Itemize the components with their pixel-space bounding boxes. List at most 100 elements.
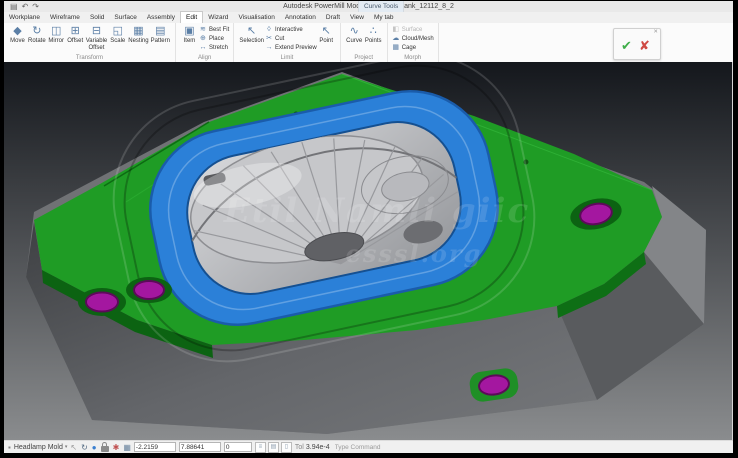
tab-workplane[interactable]: Workplane — [4, 12, 45, 23]
accept-button[interactable]: ✔ — [621, 38, 632, 54]
tab-wireframe[interactable]: Wireframe — [45, 12, 85, 23]
coordinate-x-field[interactable] — [134, 442, 176, 452]
coordinate-z-field[interactable] — [224, 442, 252, 452]
cancel-button[interactable]: ✘ — [639, 38, 650, 54]
sphere-icon[interactable]: ● — [92, 443, 97, 452]
select-rotate-icon[interactable]: ↻ — [81, 443, 88, 452]
stretch-label: Stretch — [209, 44, 228, 52]
ribbon-group-label: Limit — [234, 55, 339, 61]
align-item-icon: ▣ — [184, 25, 194, 38]
toggle-levels-icon[interactable]: ▤ — [268, 442, 279, 453]
ribbon-groups: ◆Move↻Rotate◫Mirror⊞Offset⊟Variable Offs… — [4, 23, 439, 62]
interactive-button[interactable]: ◊Interactive — [265, 26, 317, 34]
points-button[interactable]: ∴Points — [364, 25, 383, 45]
close-icon[interactable]: ✕ — [653, 29, 658, 35]
ribbon-group-label: Align — [176, 55, 233, 61]
move-button[interactable]: ◆Move — [8, 25, 27, 45]
curve-label: Curve — [346, 38, 362, 45]
morph-surface-icon: ◧ — [392, 26, 400, 34]
point-button[interactable]: ↖Point — [317, 25, 336, 45]
tab-edit[interactable]: Edit — [180, 11, 203, 23]
model-selector-dropdown[interactable]: Headlamp Mold ▾ — [14, 444, 68, 451]
extend-preview-button[interactable]: →Extend Preview — [265, 44, 317, 52]
mirror-label: Mirror — [48, 38, 64, 45]
scale-button[interactable]: ◱Scale — [108, 25, 127, 45]
cage-icon: ▦ — [392, 44, 400, 52]
place-button[interactable]: ⊕Place — [199, 35, 229, 43]
cut-label: Cut — [275, 35, 284, 43]
toggle-workplane-icon[interactable]: ▯ — [281, 442, 292, 453]
tab-view[interactable]: View — [345, 12, 369, 23]
item-button[interactable]: ▣Item — [180, 25, 199, 45]
nesting-label: Nesting — [128, 38, 148, 45]
ribbon: ◆Move↻Rotate◫Mirror⊞Offset⊟Variable Offs… — [4, 23, 733, 63]
lock-icon[interactable] — [101, 446, 109, 452]
extend-preview-label: Extend Preview — [275, 44, 317, 52]
move-label: Move — [10, 38, 25, 45]
tab-my-tab[interactable]: My tab — [369, 12, 399, 23]
nesting-button[interactable]: ▦Nesting — [127, 25, 149, 45]
best-fit-button[interactable]: ≋Best Fit — [199, 26, 229, 34]
offset-icon: ⊞ — [71, 25, 80, 38]
extend-preview-icon: → — [265, 44, 273, 52]
tolerance-indicator[interactable]: Tol 3.94e-4 — [295, 444, 330, 451]
surface-button[interactable]: ◧Surface — [392, 26, 434, 34]
pattern-icon: ▤ — [155, 25, 165, 38]
status-toggle-group: ≡▤▯ — [255, 442, 292, 453]
button-stack: ◧Surface☁Cloud/Mesh▦Cage — [392, 25, 434, 52]
surface-label: Surface — [402, 26, 423, 34]
toggle-intersect-icon[interactable]: ≡ — [255, 442, 266, 453]
menu-icon[interactable]: ▤ — [10, 2, 18, 11]
button-stack: ≋Best Fit⊕Place↔Stretch — [199, 25, 229, 52]
grid-icon[interactable]: ▦ — [123, 443, 131, 452]
tab-visualisation[interactable]: Visualisation — [233, 12, 279, 23]
ribbon-group-project: ∿Curve∴PointsProject — [341, 23, 388, 62]
cursor-icon[interactable]: ↖ — [70, 443, 77, 452]
rotate-button[interactable]: ↻Rotate — [27, 25, 47, 45]
selection-label: Selection — [239, 38, 264, 45]
snap-icon[interactable]: ✱ — [113, 443, 120, 452]
item-label: Item — [184, 38, 196, 45]
pattern-label: Pattern — [151, 38, 170, 45]
interactive-label: Interactive — [275, 26, 303, 34]
watermark-line1: Etil Namli giic — [223, 191, 530, 231]
project-points-icon: ∴ — [370, 25, 377, 38]
ribbon-group-morph: ◧Surface☁Cloud/Mesh▦Cage Morph — [388, 23, 439, 62]
tab-surface[interactable]: Surface — [109, 12, 141, 23]
rotate-icon: ↻ — [32, 25, 41, 38]
point-label: Point — [319, 38, 333, 45]
ribbon-group-align: ▣Item≋Best Fit⊕Place↔Stretch Align — [176, 23, 234, 62]
ribbon-group-label: Transform — [4, 55, 175, 61]
viewport-3d[interactable]: Etil Namli giic esssl.org — [4, 62, 733, 440]
ribbon-group-limit: ↖Selection◊Interactive✂Cut→Extend Previe… — [234, 23, 340, 62]
ribbon-group-label: Morph — [388, 55, 438, 61]
tolerance-label: Tol — [295, 444, 304, 451]
status-icon-group: ↖ ↻ ● ✱▦ — [70, 442, 131, 452]
redo-icon[interactable]: ↷ — [32, 2, 39, 11]
tab-wizard[interactable]: Wizard — [203, 12, 233, 23]
ribbon-group-transform: ◆Move↻Rotate◫Mirror⊞Offset⊟Variable Offs… — [4, 23, 176, 62]
coordinate-y-field[interactable] — [179, 442, 221, 452]
status-bar: ▪ Headlamp Mold ▾ ↖ ↻ ● ✱▦ ≡▤▯ Tol 3.94e-4 — [4, 440, 733, 453]
cage-label: Cage — [402, 44, 416, 52]
pattern-button[interactable]: ▤Pattern — [150, 25, 171, 45]
stretch-button[interactable]: ↔Stretch — [199, 44, 229, 52]
undo-icon[interactable]: ↶ — [22, 2, 29, 11]
variable-offset-button[interactable]: ⊟Variable Offset — [85, 25, 109, 51]
status-prefix-icon: ▪ — [8, 443, 11, 452]
tolerance-value: 3.94e-4 — [306, 444, 330, 451]
chevron-down-icon: ▾ — [65, 444, 68, 450]
cloud-mesh-icon: ☁ — [392, 35, 400, 43]
curve-button[interactable]: ∿Curve — [345, 25, 364, 45]
mirror-button[interactable]: ◫Mirror — [47, 25, 66, 45]
tab-solid[interactable]: Solid — [85, 12, 109, 23]
offset-button[interactable]: ⊞Offset — [66, 25, 85, 45]
tab-annotation[interactable]: Annotation — [280, 12, 321, 23]
tab-draft[interactable]: Draft — [321, 12, 345, 23]
command-input[interactable] — [333, 443, 733, 452]
cage-button[interactable]: ▦Cage — [392, 44, 434, 52]
tab-assembly[interactable]: Assembly — [142, 12, 180, 23]
cut-button[interactable]: ✂Cut — [265, 35, 317, 43]
selection-button[interactable]: ↖Selection — [238, 25, 265, 45]
cloud-mesh-button[interactable]: ☁Cloud/Mesh — [392, 35, 434, 43]
